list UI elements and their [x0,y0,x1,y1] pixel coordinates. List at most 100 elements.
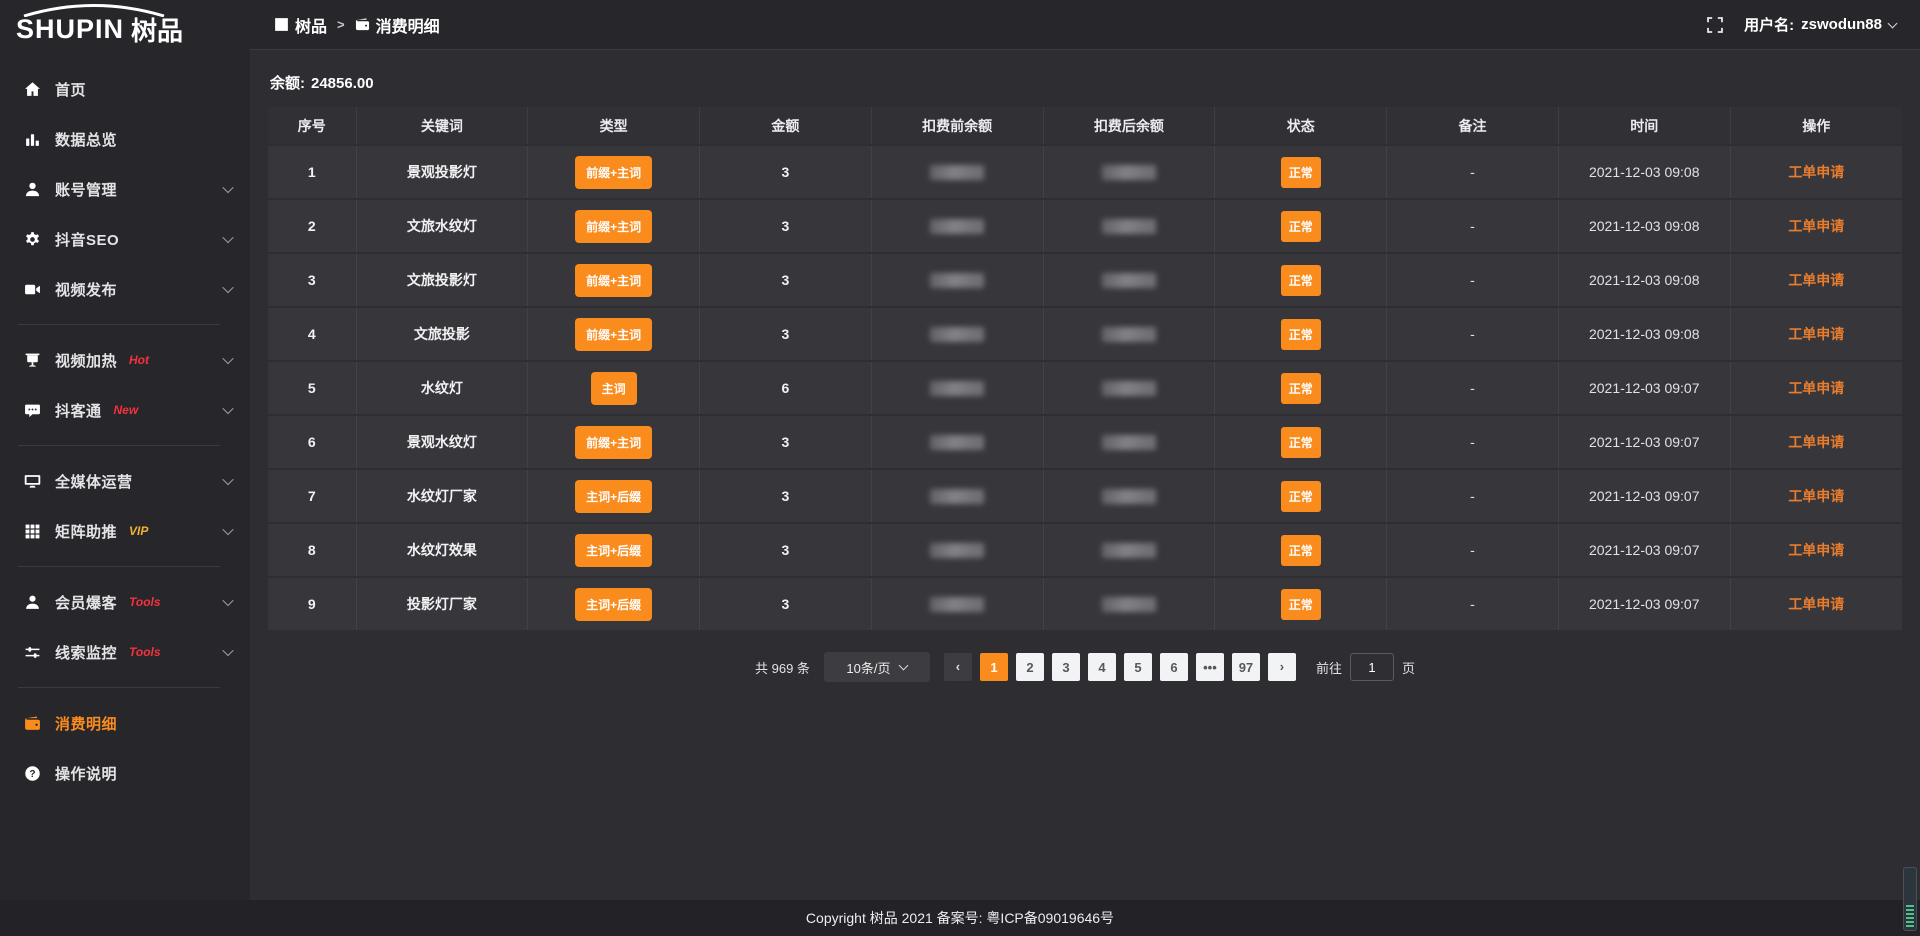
page-button-1[interactable]: 1 [980,653,1008,681]
sidebar-item-tag: Tools [129,645,161,659]
status-cell: 正常 [1215,361,1387,415]
keyword-cell: 文旅水纹灯 [356,199,528,253]
blurred-value [930,435,984,450]
sidebar-item-consumption-detail[interactable]: 消费明细 [0,698,250,748]
status-badge: 正常 [1281,481,1321,512]
sidebar-item-video-heating[interactable]: 视频加热Hot [0,335,250,385]
work-order-link[interactable]: 工单申请 [1788,488,1844,504]
sidebar-item-media-operation[interactable]: 全媒体运营 [0,456,250,506]
sidebar-item-clue-monitor[interactable]: 线索监控 Tools [0,627,250,677]
table-row: 2文旅水纹灯前缀+主词3正常-2021-12-03 09:08工单申请 [268,199,1902,253]
page-size-select[interactable]: 10条/页 [824,652,930,682]
chevron-down-icon [222,232,233,243]
question-icon: ? [24,765,41,782]
fullscreen-icon[interactable] [1706,16,1724,34]
sidebar-item-douyin-seo[interactable]: 抖音SEO [0,214,250,264]
type-cell: 主词+后缀 [528,469,700,523]
grid-icon [24,523,41,540]
logo-text-en: SHUPIN [16,14,124,45]
sidebar-item-douketong[interactable]: 抖客通New [0,385,250,435]
chevron-down-icon [222,645,233,656]
action-cell: 工单申请 [1730,145,1902,199]
main-content: 余额: 24856.00 序号关键词类型金额扣费前余额扣费后余额状态备注时间操作 … [250,50,1920,900]
pagination: 共 969 条 10条/页 ‹123456•••97› 前往 页 [268,652,1902,682]
blurred-value [1102,489,1156,504]
goto-suffix: 页 [1402,658,1415,677]
sidebar: 首页数据总览账号管理抖音SEO视频发布视频加热Hot抖客通New全媒体运营矩阵助… [0,50,250,900]
type-badge: 前缀+主词 [575,264,652,297]
keyword-cell: 文旅投影灯 [356,253,528,307]
breadcrumb-item-shupin[interactable]: 树品 [274,13,327,37]
sidebar-item-video-publish[interactable]: 视频发布 [0,264,250,314]
blurred-value [930,273,984,288]
sidebar-item-label: 线索监控 [55,642,117,663]
chevron-down-icon [222,524,233,535]
type-cell: 主词+后缀 [528,577,700,631]
sidebar-item-data-overview[interactable]: 数据总览 [0,114,250,164]
bar-chart-icon [24,131,41,148]
column-header: 扣费后余额 [1043,107,1215,145]
blurred-value [1102,381,1156,396]
post-balance-cell [1043,253,1215,307]
sidebar-item-label: 数据总览 [55,129,117,150]
post-balance-cell [1043,307,1215,361]
pre-balance-cell [871,469,1043,523]
work-order-link[interactable]: 工单申请 [1788,326,1844,342]
sidebar-item-home[interactable]: 首页 [0,64,250,114]
sidebar-item-tag: Hot [129,353,149,367]
sidebar-item-matrix-boost[interactable]: 矩阵助推 VIP [0,506,250,556]
page-ellipsis-button[interactable]: ••• [1196,653,1224,681]
work-order-link[interactable]: 工单申请 [1788,542,1844,558]
work-order-link[interactable]: 工单申请 [1788,272,1844,288]
page-button-97[interactable]: 97 [1232,653,1260,681]
topbar: 树品>消费明细 用户名: zswodun88 [250,0,1920,50]
pre-balance-cell [871,253,1043,307]
sidebar-item-label: 矩阵助推 [55,521,117,542]
balance-label: 余额: [270,75,305,92]
action-cell: 工单申请 [1730,415,1902,469]
page-button-4[interactable]: 4 [1088,653,1116,681]
column-header: 类型 [528,107,700,145]
balance-value: 24856.00 [311,75,374,92]
work-order-link[interactable]: 工单申请 [1788,380,1844,396]
user-menu[interactable]: 用户名: zswodun88 [1744,14,1896,35]
page-button-5[interactable]: 5 [1124,653,1152,681]
work-order-link[interactable]: 工单申请 [1788,596,1844,612]
prev-page-button[interactable]: ‹ [944,653,972,681]
blurred-value [1102,327,1156,342]
work-order-link[interactable]: 工单申请 [1788,164,1844,180]
work-order-link[interactable]: 工单申请 [1788,434,1844,450]
sidebar-item-instructions[interactable]: ?操作说明 [0,748,250,798]
post-balance-cell [1043,523,1215,577]
chevron-down-icon [222,282,233,293]
page-button-2[interactable]: 2 [1016,653,1044,681]
consumption-table: 序号关键词类型金额扣费前余额扣费后余额状态备注时间操作 1景观投影灯前缀+主词3… [268,107,1902,632]
floating-widget[interactable] [1903,867,1917,931]
sidebar-item-tag: VIP [129,524,148,538]
remark-cell: - [1387,307,1559,361]
sidebar-item-tag: New [114,403,139,417]
next-page-button[interactable]: › [1268,653,1296,681]
page-button-3[interactable]: 3 [1052,653,1080,681]
dashboard-icon [274,17,289,32]
remark-cell: - [1387,469,1559,523]
post-balance-cell [1043,577,1215,631]
page-button-6[interactable]: 6 [1160,653,1188,681]
breadcrumb: 树品>消费明细 [274,13,440,37]
chevron-down-icon [222,474,233,485]
status-badge: 正常 [1281,589,1321,620]
keyword-cell: 景观水纹灯 [356,415,528,469]
work-order-link[interactable]: 工单申请 [1788,218,1844,234]
action-cell: 工单申请 [1730,199,1902,253]
breadcrumb-item-consumption-detail[interactable]: 消费明细 [355,13,440,37]
type-badge: 主词+后缀 [575,588,652,621]
type-cell: 前缀+主词 [528,253,700,307]
sidebar-item-member-burst[interactable]: 会员爆客Tools [0,577,250,627]
action-cell: 工单申请 [1730,361,1902,415]
svg-text:?: ? [29,769,35,780]
type-badge: 前缀+主词 [575,426,652,459]
goto-page-input[interactable] [1350,653,1394,681]
status-cell: 正常 [1215,577,1387,631]
pre-balance-cell [871,361,1043,415]
sidebar-item-account-management[interactable]: 账号管理 [0,164,250,214]
